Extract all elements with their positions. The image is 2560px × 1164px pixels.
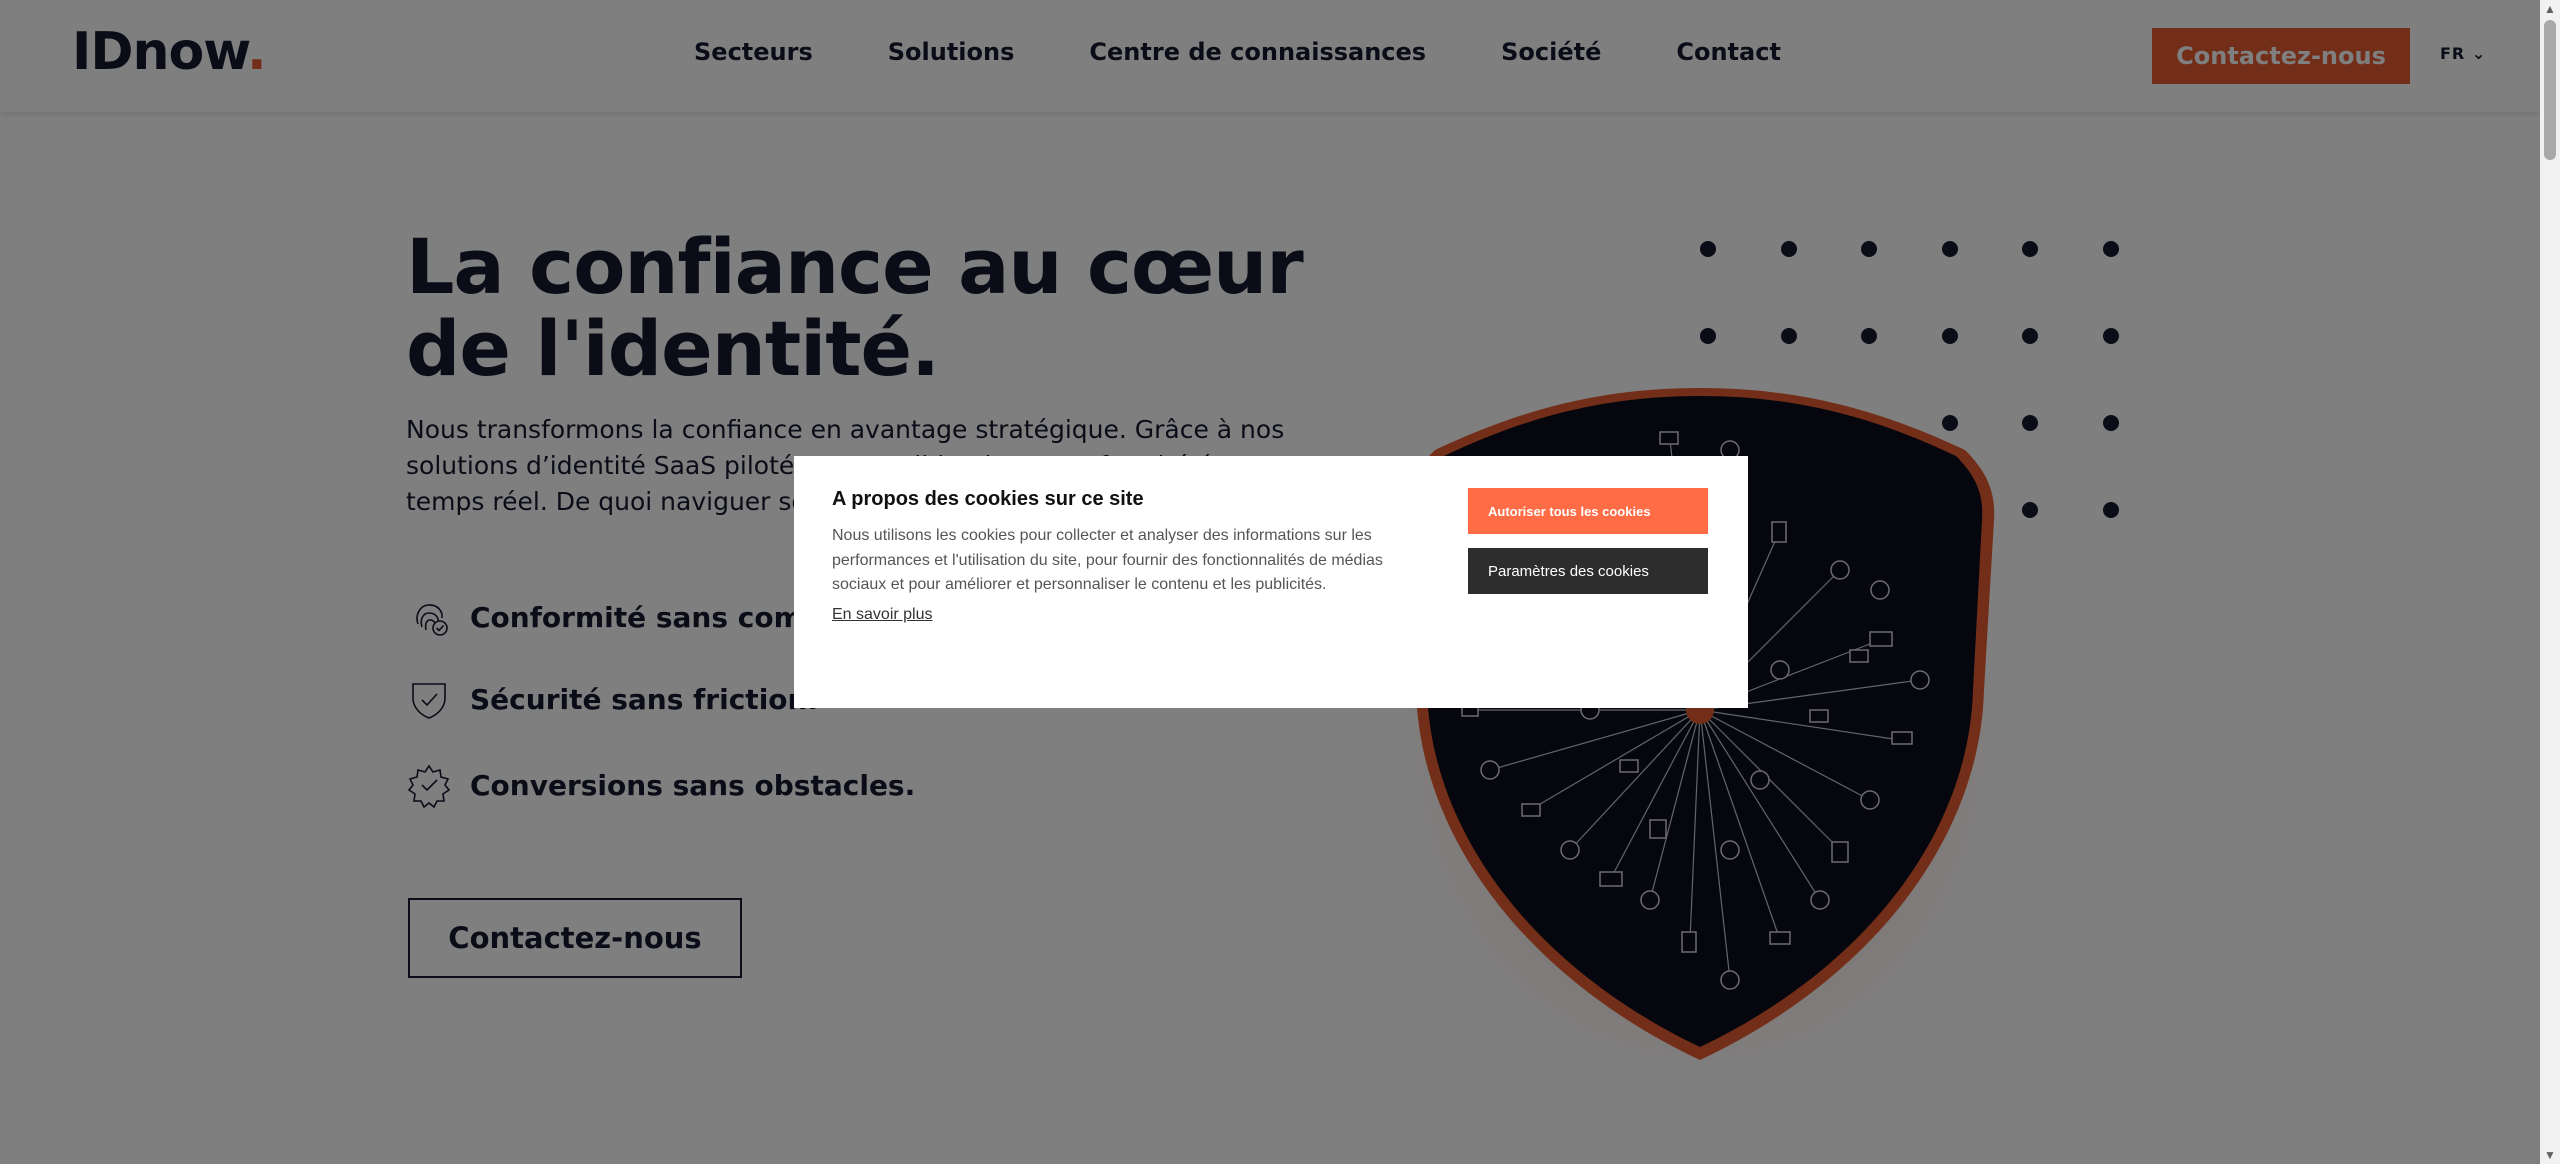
cookie-dialog-title: A propos des cookies sur ce site: [832, 488, 1144, 510]
learn-more-link[interactable]: En savoir plus: [832, 606, 933, 624]
scroll-down-arrow-icon[interactable]: ▼: [2540, 1146, 2560, 1164]
accept-all-cookies-button[interactable]: Autoriser tous les cookies: [1468, 488, 1708, 534]
cookie-settings-button[interactable]: Paramètres des cookies: [1468, 548, 1708, 594]
cookie-dialog-text: Nous utilisons les cookies pour collecte…: [832, 527, 1383, 593]
scrollbar-thumb[interactable]: [2544, 20, 2556, 160]
scroll-up-arrow-icon[interactable]: ▲: [2540, 0, 2560, 18]
cookie-consent-dialog: A propos des cookies sur ce site Nous ut…: [794, 456, 1748, 708]
page-scrollbar[interactable]: ▲ ▼: [2540, 0, 2560, 1164]
